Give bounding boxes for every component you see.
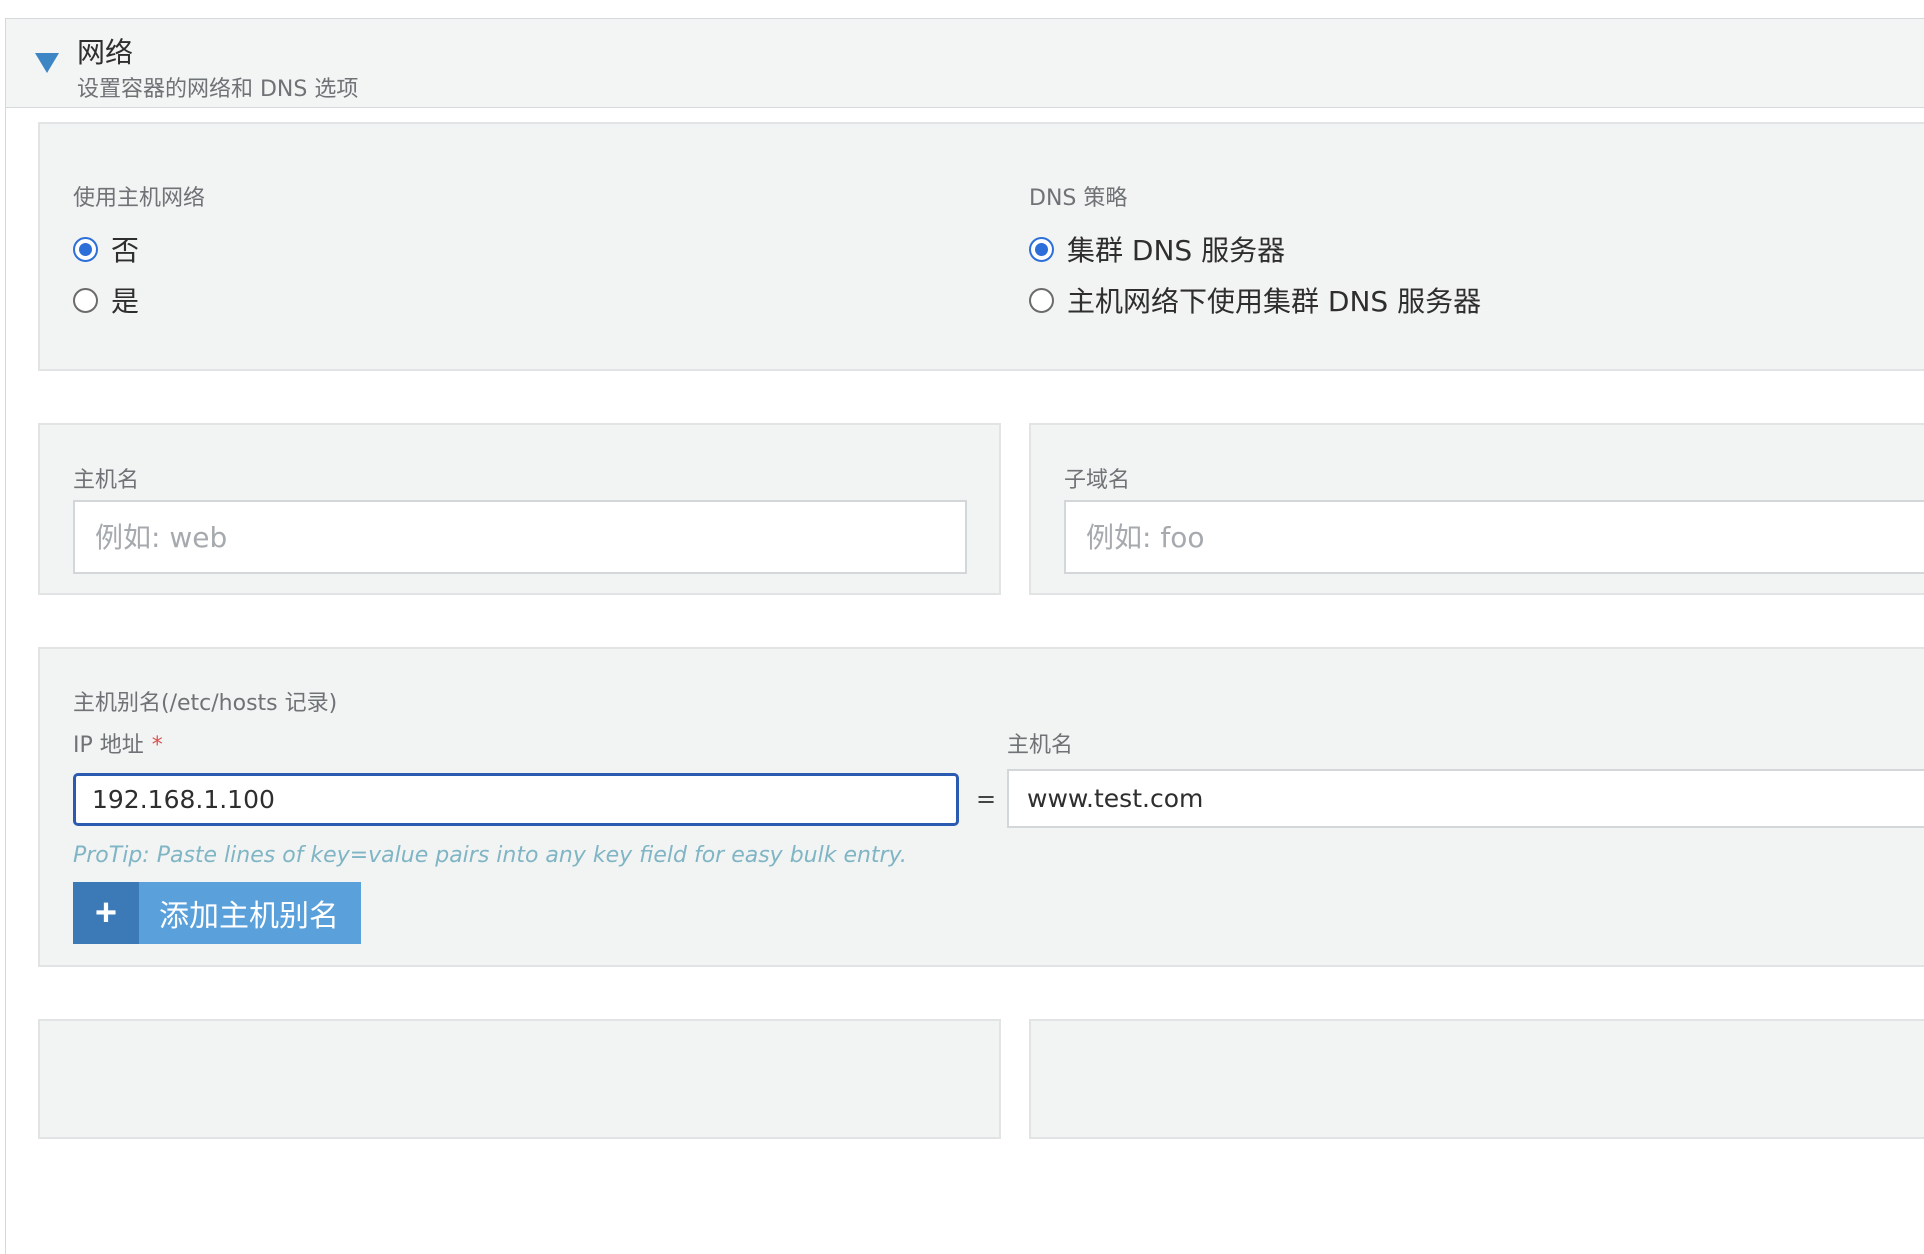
radio-label: 否 bbox=[111, 234, 140, 267]
ip-address-label: IP 地址 * bbox=[73, 727, 163, 759]
dns-policy-option-cluster[interactable]: 集群 DNS 服务器 bbox=[1029, 229, 1285, 269]
required-marker: * bbox=[151, 733, 163, 758]
key-value-separator: = bbox=[976, 785, 997, 813]
radio-label: 是 bbox=[111, 285, 140, 318]
ip-address-label-text: IP 地址 bbox=[73, 733, 144, 758]
radio-selected-icon[interactable] bbox=[1029, 236, 1054, 262]
host-network-option-yes[interactable]: 是 bbox=[73, 280, 139, 320]
section-subtitle: 设置容器的网络和 DNS 选项 bbox=[77, 77, 359, 102]
host-network-label: 使用主机网络 bbox=[73, 186, 206, 211]
network-mode-panel: 使用主机网络 否 是 DNS 策略 集群 DNS 服务器 主机网络下使用集群 D… bbox=[38, 122, 1924, 371]
alias-hostname-label: 主机名 bbox=[1007, 733, 1074, 758]
host-aliases-panel: 主机别名(/etc/hosts 记录) IP 地址 * 主机名 = ProTip:… bbox=[38, 647, 1924, 967]
next-panel-right bbox=[1029, 1019, 1924, 1139]
dns-policy-option-host-network-cluster[interactable]: 主机网络下使用集群 DNS 服务器 bbox=[1029, 280, 1481, 320]
radio-unselected-icon[interactable] bbox=[73, 287, 98, 313]
section-header[interactable]: 网络 设置容器的网络和 DNS 选项 bbox=[6, 19, 1924, 108]
subdomain-panel: 子域名 bbox=[1029, 423, 1924, 595]
next-panel-left bbox=[38, 1019, 1001, 1139]
subdomain-input[interactable] bbox=[1064, 500, 1924, 574]
radio-unselected-icon[interactable] bbox=[1029, 287, 1054, 313]
section-title: 网络 bbox=[77, 36, 134, 69]
host-network-option-no[interactable]: 否 bbox=[73, 229, 139, 269]
subdomain-label: 子域名 bbox=[1064, 468, 1131, 493]
host-aliases-label: 主机别名(/etc/hosts 记录) bbox=[73, 691, 338, 716]
radio-selected-icon[interactable] bbox=[73, 236, 98, 262]
radio-label: 主机网络下使用集群 DNS 服务器 bbox=[1067, 285, 1482, 318]
collapse-caret-icon[interactable] bbox=[35, 53, 59, 73]
add-host-alias-label: 添加主机别名 bbox=[159, 900, 339, 933]
protip-text: ProTip: Paste lines of key=value pairs i… bbox=[73, 843, 907, 868]
network-section: 网络 设置容器的网络和 DNS 选项 使用主机网络 否 是 DNS 策略 集群 … bbox=[5, 18, 1924, 1254]
plus-icon: + bbox=[73, 882, 139, 944]
hostname-input[interactable] bbox=[73, 500, 967, 574]
hostname-panel: 主机名 bbox=[38, 423, 1001, 595]
radio-label: 集群 DNS 服务器 bbox=[1067, 234, 1286, 267]
hostname-label: 主机名 bbox=[73, 468, 140, 493]
add-host-alias-button[interactable]: + 添加主机别名 bbox=[73, 882, 361, 944]
dns-policy-label: DNS 策略 bbox=[1029, 186, 1128, 211]
alias-ip-input[interactable] bbox=[73, 773, 959, 826]
alias-hostname-input[interactable] bbox=[1007, 769, 1924, 828]
